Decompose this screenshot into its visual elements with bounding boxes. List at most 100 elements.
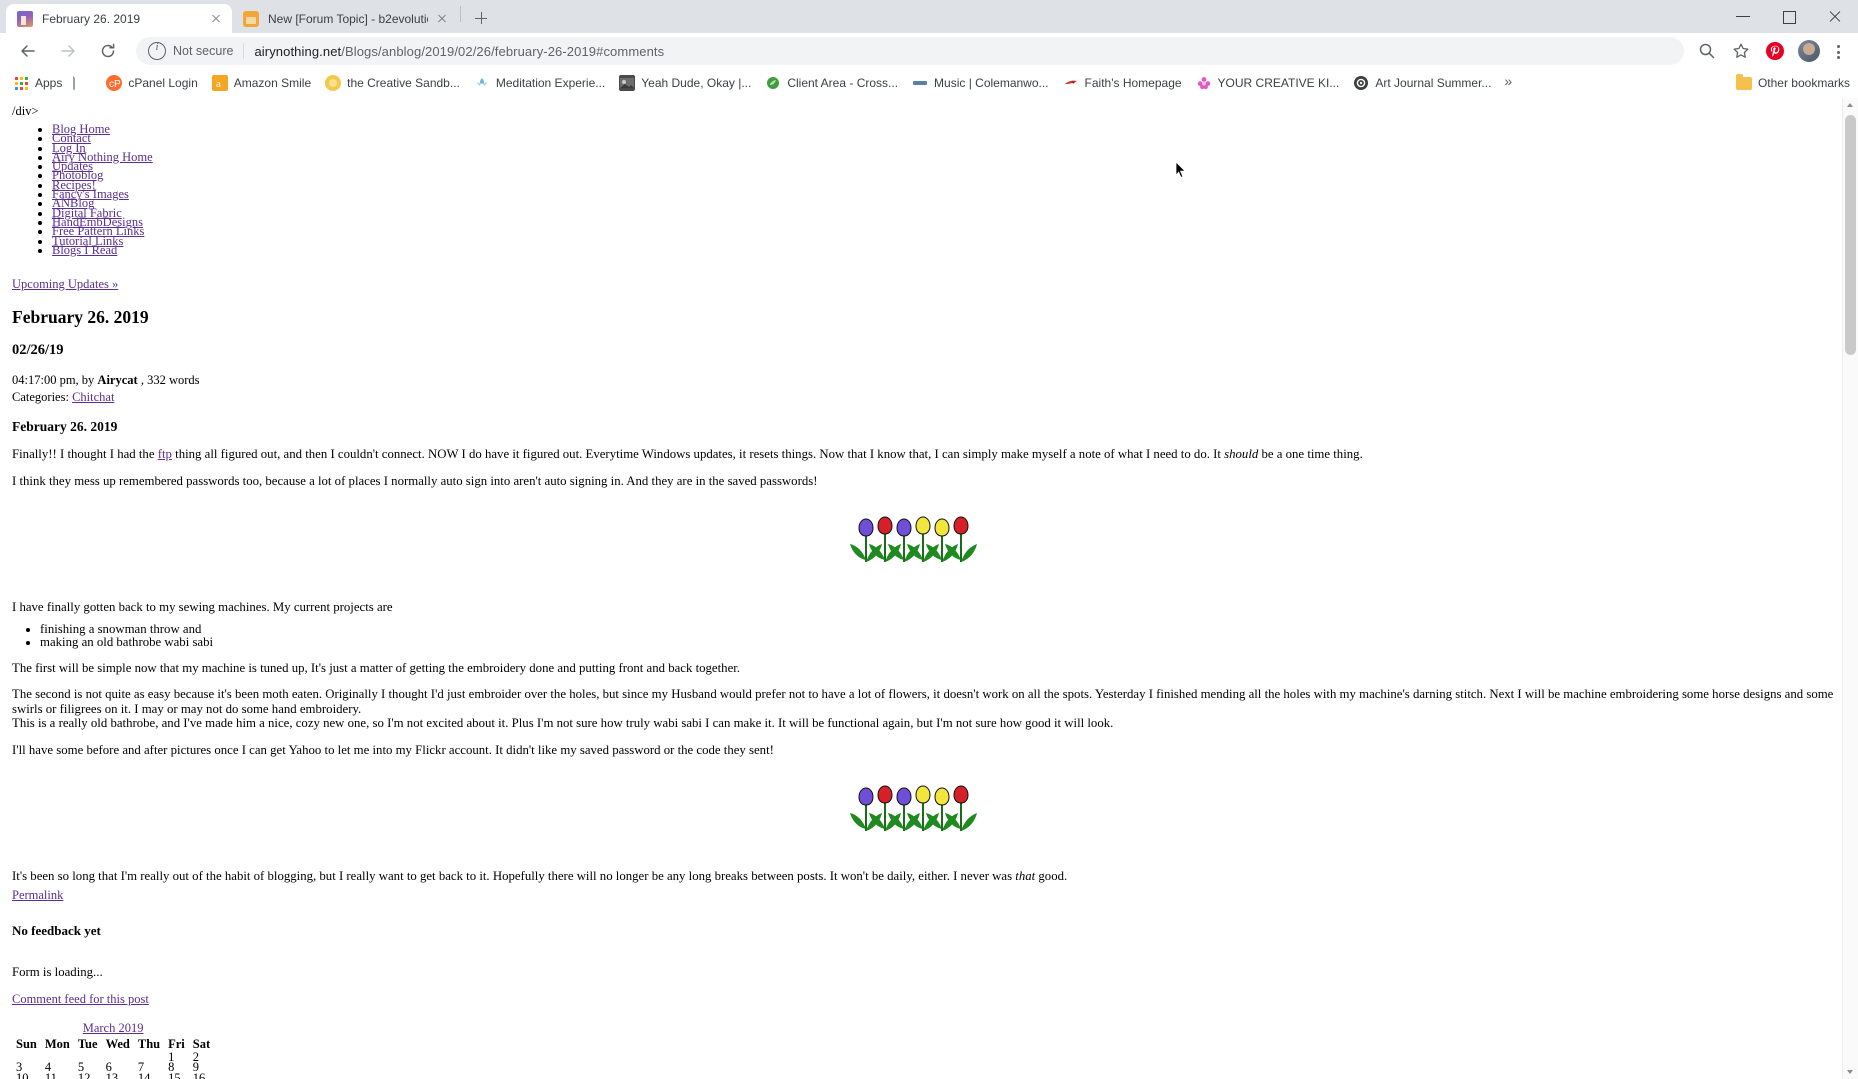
paragraph-5: The second is not quite as easy because …	[12, 687, 1842, 731]
leaf-icon	[765, 75, 781, 91]
upcoming-updates-row: Upcoming Updates »	[12, 277, 1842, 292]
scroll-down-icon[interactable]	[1843, 1064, 1858, 1079]
bookmark-item-amazon-smile[interactable]: a Amazon Smile	[205, 72, 318, 94]
tab-title: New [Forum Topic] - b2evolution	[268, 11, 428, 26]
photo-icon	[619, 75, 636, 91]
para5-line-1: The second is not quite as easy because …	[12, 687, 1834, 716]
tab-favicon-airynothing	[17, 10, 33, 27]
para5-line-2: This is a really old bathrobe, and I've …	[12, 716, 1114, 731]
bookmark-label: Amazon Smile	[233, 75, 312, 90]
nav-item[interactable]: Blog Home	[52, 123, 1842, 136]
browser-toolbar: Not secure airynothing.net/Blogs/anblog/…	[0, 33, 1858, 69]
calendar-month-link[interactable]: March 2019	[83, 1021, 144, 1035]
permalink-row: Permalink	[12, 888, 1842, 903]
nav-item[interactable]: Recipes!	[52, 179, 1842, 192]
other-bookmarks[interactable]: Other bookmarks	[1735, 73, 1850, 90]
calendar-week-row: 10 11 12 13 14 15 16	[12, 1070, 214, 1079]
amazon-icon: a	[211, 75, 228, 91]
pinterest-extension-icon[interactable]	[1761, 37, 1789, 65]
nav-item[interactable]: ANBlog	[52, 197, 1842, 210]
tulip-divider-image-top	[6, 514, 1842, 576]
nav-item[interactable]: Airy Nothing Home	[52, 151, 1842, 164]
no-feedback-heading: No feedback yet	[12, 922, 101, 938]
address-bar[interactable]: Not secure airynothing.net/Blogs/anblog/…	[136, 37, 1684, 65]
bookmark-label: YOUR CREATIVE KI...	[1217, 75, 1340, 90]
profile-avatar[interactable]	[1798, 40, 1820, 62]
categories-label: Categories:	[12, 390, 73, 405]
tab-new-forum-topic[interactable]: New [Forum Topic] - b2evolution	[232, 4, 458, 33]
bookmark-item-art-journal-summer[interactable]: Art Journal Summer...	[1346, 72, 1498, 94]
paragraph-4: The first will be simple now that my mac…	[12, 660, 741, 675]
stray-html-tag: /div>	[12, 104, 39, 118]
bookmark-item-music-colemanwo[interactable]: Music | Colemanwo...	[905, 72, 1056, 94]
bookmark-item-meditation-experience[interactable]: Meditation Experie...	[467, 72, 612, 94]
bookmark-item-0[interactable]	[69, 72, 99, 94]
calendar-table: March 2019 Sun Mon Tue Wed Thu Fri Sat 1…	[12, 1021, 214, 1079]
reload-icon[interactable]	[94, 37, 122, 65]
ftp-link[interactable]: ftp	[158, 447, 172, 461]
camera-icon	[1353, 75, 1369, 91]
bookmark-item-faiths-homepage[interactable]: Faith's Homepage	[1056, 72, 1189, 94]
projects-list: finishing a snowman throw and making an …	[6, 622, 1842, 649]
tab-close-icon[interactable]	[434, 11, 450, 27]
new-tab-button[interactable]	[467, 4, 495, 32]
nav-item[interactable]: Photoblog	[52, 169, 1842, 182]
paragraph-7: It's been so long that I'm really out of…	[12, 869, 1842, 884]
nav-item[interactable]: Fancy's Images	[52, 188, 1842, 201]
bookmark-item-your-creative-kit[interactable]: YOUR CREATIVE KI...	[1189, 72, 1347, 94]
para7-part-a: It's been so long that I'm really out of…	[12, 869, 1016, 884]
comment-feed-row: Comment feed for this post	[12, 992, 1842, 1007]
bookmarks-bar: Apps cP cPanel Login a Amazon Smile the …	[0, 69, 1858, 98]
bookmark-item-client-area-cross[interactable]: Client Area - Cross...	[758, 72, 905, 94]
calendar-header-tue: Tue	[77, 1036, 98, 1051]
comment-feed-link[interactable]: Comment feed for this post	[12, 992, 149, 1006]
bookmark-label: Apps	[35, 75, 63, 90]
tab-close-icon[interactable]	[208, 11, 224, 27]
nav-link-blogs-i-read[interactable]: Blogs I Read	[52, 243, 117, 257]
nav-item[interactable]: Blogs I Read	[52, 243, 1842, 257]
tab-title: February 26. 2019	[42, 11, 141, 26]
nav-item[interactable]: Contact	[52, 132, 1842, 145]
bookmark-item-yeah-dude-okay[interactable]: Yeah Dude, Okay |...	[612, 72, 758, 94]
info-icon[interactable]	[148, 41, 166, 60]
close-window-button[interactable]	[1812, 0, 1858, 33]
bookmark-star-icon[interactable]	[1727, 37, 1755, 65]
bookmark-label: Art Journal Summer...	[1375, 75, 1492, 90]
svg-text:a: a	[216, 78, 221, 90]
nav-item[interactable]: Updates	[52, 160, 1842, 173]
apps-grid-icon	[13, 75, 29, 91]
upcoming-updates-link[interactable]: Upcoming Updates »	[12, 277, 118, 291]
back-icon[interactable]	[14, 37, 42, 65]
bookmark-item-cpanel-login[interactable]: cP cPanel Login	[99, 72, 204, 94]
site-nav-list: Blog Home Contact Log In Airy Nothing Ho…	[6, 123, 1842, 257]
maximize-button[interactable]	[1766, 0, 1812, 33]
calendar-cell: 16	[192, 1070, 206, 1079]
nav-item[interactable]: Digital Fabric	[52, 206, 1842, 219]
bookmark-label: Music | Colemanwo...	[934, 75, 1049, 90]
chrome-menu-icon[interactable]	[1826, 37, 1850, 65]
tulips-graphic	[850, 516, 977, 563]
scroll-up-icon[interactable]	[1843, 98, 1858, 113]
tab-february-26-2019[interactable]: February 26. 2019	[6, 4, 232, 33]
nav-item[interactable]: Log In	[52, 141, 1842, 154]
bookmark-item-the-creative-sandbox[interactable]: the Creative Sandb...	[318, 72, 467, 94]
paragraph-6: I'll have some before and after pictures…	[12, 742, 774, 757]
category-link-chitchat[interactable]: Chitchat	[72, 390, 114, 404]
calendar-header-row: Sun Mon Tue Wed Thu Fri Sat	[12, 1037, 214, 1052]
page-title: February 26. 2019	[12, 307, 149, 328]
search-icon[interactable]	[1693, 37, 1721, 65]
nav-item[interactable]: Tutorial Links	[52, 234, 1842, 247]
para7-part-b: good.	[1035, 869, 1068, 884]
page-scrollbar[interactable]	[1842, 98, 1858, 1079]
para1-part-a: Finally!! I thought I had the	[12, 447, 158, 462]
nav-item[interactable]: HandEmbDesigns	[52, 216, 1842, 229]
nav-item[interactable]: Free Pattern Links	[52, 225, 1842, 238]
bookmarks-overflow-icon[interactable]	[1500, 73, 1520, 93]
bookmark-apps[interactable]: Apps	[6, 72, 69, 94]
scrollbar-thumb[interactable]	[1845, 115, 1856, 355]
minimize-button[interactable]	[1720, 0, 1766, 33]
browser-window: February 26. 2019 New [Forum Topic] - b2…	[0, 0, 1858, 1079]
bookmark-label: the Creative Sandb...	[347, 75, 460, 90]
permalink-link[interactable]: Permalink	[12, 888, 63, 902]
forward-icon[interactable]	[54, 37, 82, 65]
